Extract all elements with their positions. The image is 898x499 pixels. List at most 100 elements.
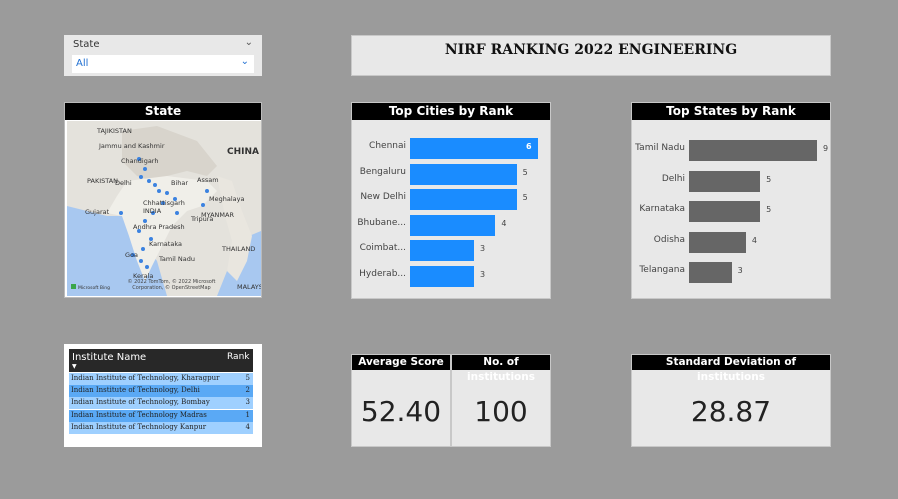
institutions-count-card: No. of institutions 100: [451, 354, 551, 447]
slicer-label: State: [73, 39, 100, 50]
bar[interactable]: [410, 265, 474, 287]
bar-value-label: 9: [823, 144, 829, 153]
bar-row[interactable]: Telangana 3: [632, 262, 830, 283]
map-brand: Microsoft Bing: [78, 285, 110, 291]
avg-score-label: Average Score: [352, 355, 450, 370]
institute-name-cell: Indian Institute of Technology, Kharagpu…: [71, 374, 220, 382]
bar-value-label: 5: [766, 205, 772, 214]
map-label: Jammu and Kashmir: [98, 142, 165, 150]
avg-score-card: Average Score 52.40: [351, 354, 451, 447]
avg-score-value: 52.40: [360, 395, 442, 428]
report-title-box: NIRF RANKING 2022 ENGINEERING: [351, 35, 831, 76]
map-label: Meghalaya: [209, 195, 244, 203]
bar[interactable]: [689, 231, 746, 253]
bar[interactable]: [410, 240, 474, 261]
bar-category-label: Tamil Nadu: [635, 143, 685, 153]
bar-row[interactable]: Hyderab... 3: [352, 265, 550, 287]
map-label: Assam: [197, 176, 219, 184]
state-map-visual[interactable]: State TAJIKISTAN Jammu and Kashmir CHINA…: [64, 102, 262, 298]
bar[interactable]: [410, 189, 517, 210]
map-label: Delhi: [115, 179, 132, 187]
bar-category-label: Bhubane...: [357, 217, 406, 228]
bar-row[interactable]: Bengaluru 5: [352, 163, 550, 185]
bar[interactable]: [689, 140, 817, 161]
table-row[interactable]: Indian Institute of Technology, Delhi 2: [69, 385, 253, 398]
sort-desc-icon[interactable]: ▼: [72, 363, 77, 370]
map-label: MALAYSIA: [237, 283, 261, 291]
table-row[interactable]: Indian Institute of Technology, Bombay 3: [69, 397, 253, 410]
state-dropdown[interactable]: All ⌄: [72, 55, 254, 73]
rank-cell: 2: [245, 386, 250, 395]
std-dev-card: Standard Deviation of institutions 28.87: [631, 354, 831, 447]
bar-category-label: Bengaluru: [359, 166, 406, 177]
top-cities-chart[interactable]: Top Cities by Rank Chennai 6 Bengaluru 5 New…: [351, 102, 551, 299]
bar-row[interactable]: Odisha 4: [632, 231, 830, 253]
bar-row[interactable]: Bhubane... 4: [352, 214, 550, 236]
chevron-down-icon[interactable]: ⌄: [241, 56, 249, 67]
bar-category-label: New Delhi: [360, 192, 406, 202]
bar[interactable]: [410, 163, 517, 185]
rank-cell: 4: [245, 422, 250, 431]
map-label: THAILAND: [221, 245, 255, 253]
bar-row[interactable]: Karnataka 5: [632, 201, 830, 222]
map-attribution-wrap: © 2022 TomTom, © 2022 Microsoft Corporat…: [119, 279, 224, 291]
bar-value-label: 4: [501, 218, 507, 228]
institute-name-cell: Indian Institute of Technology, Delhi: [71, 386, 200, 395]
bar-row[interactable]: New Delhi 5: [352, 189, 550, 210]
map-label: Gujarat: [85, 208, 110, 216]
rank-cell: 3: [245, 398, 250, 407]
bar-value-label: 5: [766, 174, 772, 184]
bar-value-label: 5: [522, 167, 528, 177]
table-row[interactable]: Indian Institute of Technology Madras 1: [69, 409, 253, 422]
map-attribution[interactable]: © 2022 TomTom, © 2022 Microsoft Corporat…: [119, 279, 224, 291]
collapse-chevron-icon[interactable]: ⌄: [245, 37, 253, 48]
institute-name-cell: Indian Institute of Technology Madras: [71, 410, 207, 419]
bar-row[interactable]: Tamil Nadu 9: [632, 140, 830, 161]
bar-category-label: Karnataka: [639, 204, 685, 214]
col-header-institute-name[interactable]: Institute Name ▼: [69, 349, 225, 372]
bar-category-label: Hyderab...: [359, 268, 406, 279]
bar-row[interactable]: Coimbat... 3: [352, 240, 550, 261]
map-label: INDIA: [143, 207, 162, 215]
col-header-rank[interactable]: Rank: [225, 349, 253, 372]
india-map[interactable]: TAJIKISTAN Jammu and Kashmir CHINA Chand…: [67, 121, 261, 296]
map-label: CHINA: [227, 147, 259, 157]
top-cities-header: Top Cities by Rank: [352, 103, 550, 120]
bar-value-label: 5: [522, 193, 528, 202]
top-states-header: Top States by Rank: [632, 103, 830, 120]
bar[interactable]: [689, 201, 761, 222]
bar[interactable]: [689, 262, 732, 283]
bar[interactable]: [410, 214, 496, 236]
map-label: Goa: [125, 251, 138, 259]
bar-category-label: Odisha: [653, 234, 685, 245]
col-header-label: Rank: [227, 352, 250, 362]
rank-cell: 1: [245, 410, 250, 419]
bar-category-label: Delhi: [661, 173, 685, 184]
institutions-count-label: No. of institutions: [452, 355, 550, 383]
report-title: NIRF RANKING 2022 ENGINEERING: [444, 42, 738, 58]
bar[interactable]: [410, 138, 538, 159]
map-label: Chhattisgarh: [143, 199, 185, 207]
std-dev-value: 28.87: [690, 395, 772, 428]
bar-row[interactable]: Chennai 6: [352, 138, 550, 159]
map-label: Bihar: [171, 179, 188, 187]
map-label: PAKISTAN: [87, 177, 118, 185]
col-header-label: Institute Name: [72, 352, 147, 363]
institutes-table[interactable]: Institute Name ▼ Rank Indian Institute o…: [64, 344, 262, 447]
institutions-count-value: 100: [474, 395, 528, 428]
map-label: Chandigarh: [121, 157, 158, 165]
bar-value-label: 6: [526, 142, 532, 151]
top-states-chart[interactable]: Top States by Rank Tamil Nadu 9 Delhi 5 Karn…: [631, 102, 831, 299]
map-label: TAJIKISTAN: [96, 127, 132, 135]
bing-logo-icon: [71, 284, 76, 289]
bar-value-label: 4: [751, 235, 757, 245]
rank-cell: 5: [245, 374, 250, 382]
map-label: Andhra Pradesh: [133, 223, 185, 231]
bar-category-label: Coimbat...: [359, 243, 406, 253]
bar[interactable]: [689, 170, 761, 192]
table-row[interactable]: Indian Institute of Technology, Kharagpu…: [69, 373, 253, 385]
bar-value-label: 3: [737, 266, 743, 275]
table-row[interactable]: Indian Institute of Technology Kanpur 4: [69, 421, 253, 434]
bar-row[interactable]: Delhi 5: [632, 170, 830, 192]
state-slicer[interactable]: State ⌄ All ⌄: [64, 35, 262, 76]
